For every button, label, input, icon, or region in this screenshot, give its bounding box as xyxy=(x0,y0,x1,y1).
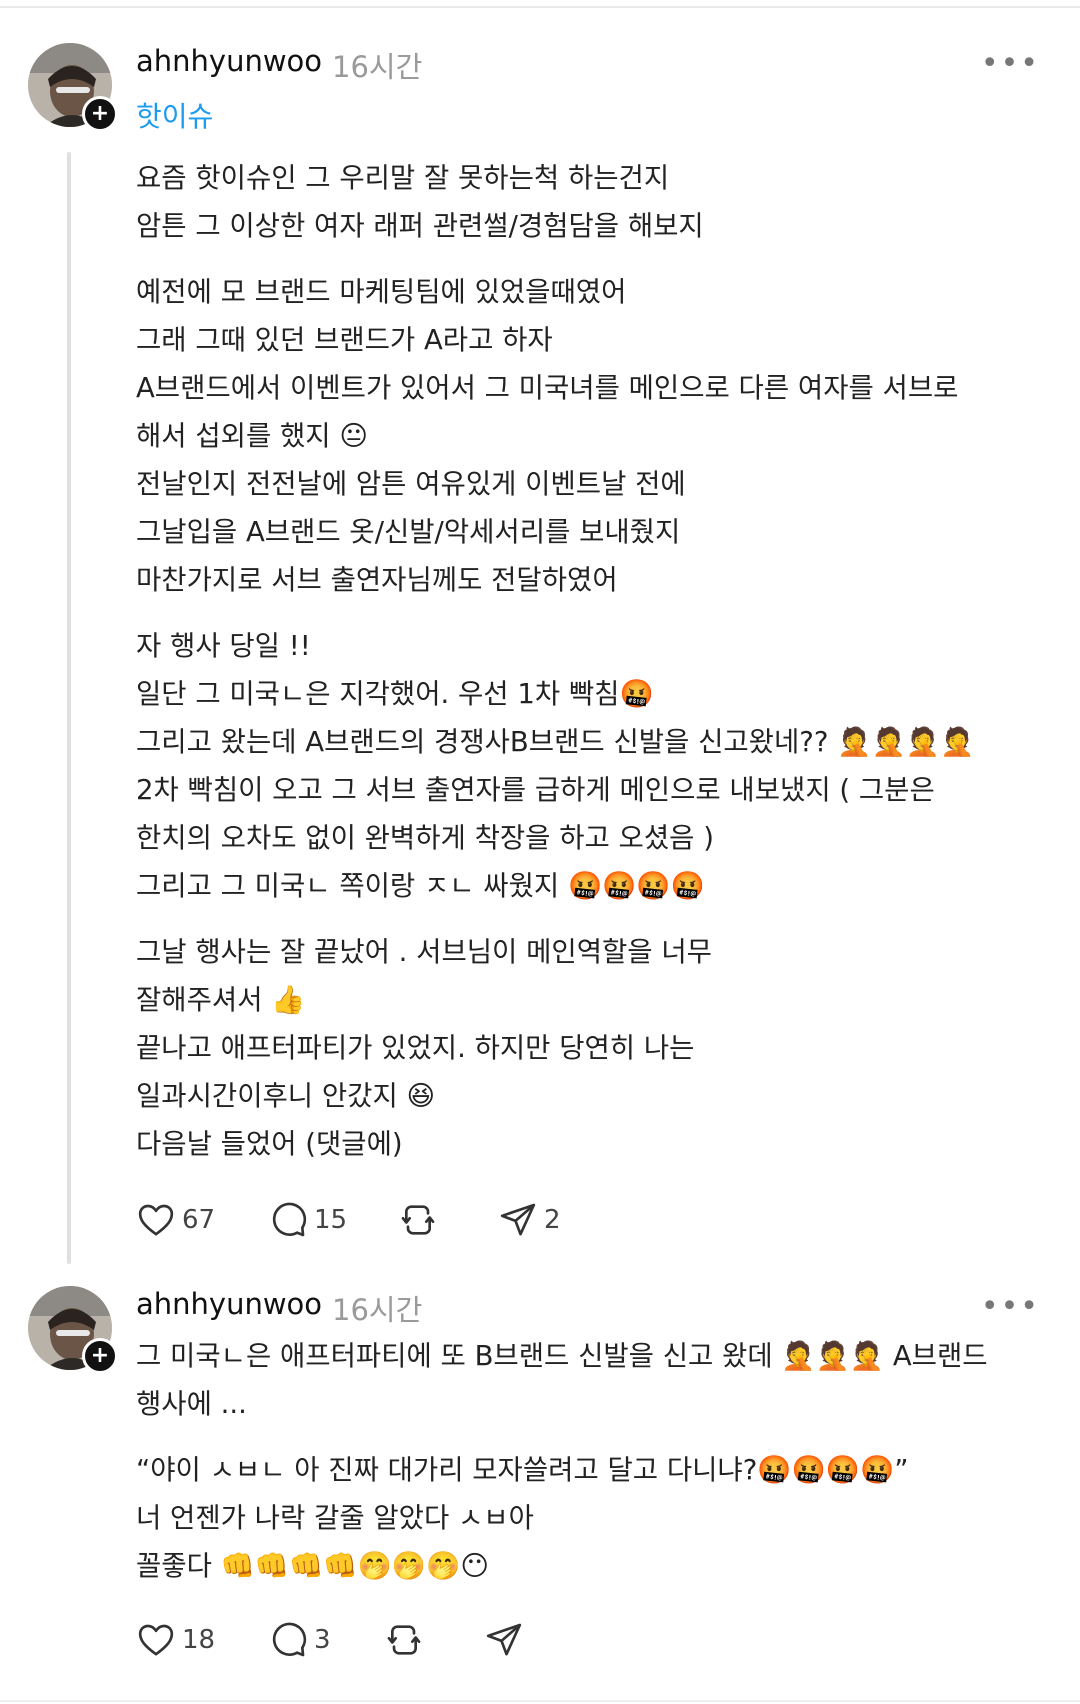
thread-line xyxy=(67,152,71,1264)
share-count: 2 xyxy=(544,1205,561,1235)
username[interactable]: ahnhyunwoo xyxy=(136,44,322,78)
speech-bubble-icon xyxy=(272,1622,307,1657)
repost-icon xyxy=(401,1205,435,1235)
post-line: 끝나고 애프터파티가 있었지. 하지만 당연히 나는 xyxy=(136,1032,695,1064)
post-line: 2차 빡침이 오고 그 서브 출연자를 급하게 메인으로 내보냈지 ( 그분은 xyxy=(136,774,935,806)
bottom-divider xyxy=(0,1700,1080,1702)
repost-icon xyxy=(387,1625,421,1655)
post-line: 그래 그때 있던 브랜드가 A라고 하자 xyxy=(136,324,553,356)
post-line: 그리고 그 미국ㄴ 쪽이랑 ㅈㄴ 싸웠지 🤬🤬🤬🤬 xyxy=(136,870,705,902)
repost-button[interactable] xyxy=(398,1198,444,1242)
heart-icon xyxy=(138,1624,174,1656)
post-line: 그날 행사는 잘 끝났어 . 서브님이 메인역할을 너무 xyxy=(136,936,712,968)
like-button[interactable]: 18 xyxy=(136,1618,215,1662)
post-line: 자 행사 당일 !! xyxy=(136,630,311,662)
post-line: 그 미국ㄴ은 애프터파티에 또 B브랜드 신발을 신고 왔데 🤦🤦🤦 A브랜드 xyxy=(136,1340,988,1372)
comment-count: 15 xyxy=(314,1205,348,1235)
post-line: 잘해주셔서 👍 xyxy=(136,984,306,1016)
post-line: 꼴좋다 👊👊👊👊🤭🤭🤭😶 xyxy=(136,1550,489,1582)
post-line: 행사에 ... xyxy=(136,1388,247,1420)
post-time: 16시간 xyxy=(332,1293,423,1327)
more-options-button[interactable]: ••• xyxy=(981,49,1040,79)
heart-icon xyxy=(138,1204,174,1236)
post-line: 전날인지 전전날에 암튼 여유있게 이벤트날 전에 xyxy=(136,468,686,500)
post-line: 그날입을 A브랜드 옷/신발/악세서리를 보내줬지 xyxy=(136,516,681,548)
like-button[interactable]: 67 xyxy=(136,1198,215,1242)
post-time: 16시간 xyxy=(332,50,423,84)
share-button[interactable]: 2 xyxy=(498,1198,561,1242)
follow-plus-button[interactable]: + xyxy=(82,1338,118,1374)
comment-button[interactable]: 15 xyxy=(268,1198,347,1242)
post-line: 일과시간이후니 안갔지 😆 xyxy=(136,1080,436,1112)
post-line: 한치의 오차도 없이 완벽하게 착장을 하고 오셨음 ) xyxy=(136,822,714,854)
more-options-button[interactable]: ••• xyxy=(981,1292,1040,1322)
speech-bubble-icon xyxy=(272,1202,307,1237)
repost-button[interactable] xyxy=(384,1618,430,1662)
post-line: 일단 그 미국ㄴ은 지각했어. 우선 1차 빡침🤬 xyxy=(136,678,654,710)
post-body: 그 미국ㄴ은 애프터파티에 또 B브랜드 신발을 신고 왔데 🤦🤦🤦 A브랜드 … xyxy=(136,1332,1056,1590)
comment-count: 3 xyxy=(314,1625,331,1655)
follow-plus-button[interactable]: + xyxy=(82,96,118,132)
post-line: 너 언젠가 나락 갈줄 알았다 ㅅㅂ아 xyxy=(136,1502,534,1534)
like-count: 67 xyxy=(182,1205,216,1235)
post-line: 해서 섭외를 했지 😐 xyxy=(136,420,368,452)
post-line: “야이 ㅅㅂㄴ 아 진짜 대가리 모자쓸려고 달고 다니냐?🤬🤬🤬🤬” xyxy=(136,1454,909,1486)
send-icon xyxy=(500,1203,536,1236)
post-line: 요즘 핫이슈인 그 우리말 잘 못하는척 하는건지 xyxy=(136,162,670,194)
post-body: 요즘 핫이슈인 그 우리말 잘 못하는척 하는건지 암튼 그 이상한 여자 래퍼… xyxy=(136,154,1056,1168)
post-line: 암튼 그 이상한 여자 래퍼 관련썰/경험담을 해보지 xyxy=(136,210,704,242)
topic-tag[interactable]: 핫이슈 xyxy=(136,95,213,135)
comment-button[interactable]: 3 xyxy=(268,1618,331,1662)
post-line: 예전에 모 브랜드 마케팅팀에 있었을때였어 xyxy=(136,276,627,308)
send-icon xyxy=(486,1623,522,1656)
username[interactable]: ahnhyunwoo xyxy=(136,1287,322,1321)
post-line: 다음날 들었어 (댓글에) xyxy=(136,1128,403,1160)
top-divider xyxy=(0,6,1080,8)
post-line: A브랜드에서 이벤트가 있어서 그 미국녀를 메인으로 다른 여자를 서브로 xyxy=(136,372,959,404)
share-button[interactable] xyxy=(484,1618,530,1662)
post-line: 그리고 왔는데 A브랜드의 경쟁사B브랜드 신발을 신고왔네?? 🤦🤦🤦🤦 xyxy=(136,726,975,758)
like-count: 18 xyxy=(182,1625,216,1655)
post-line: 마찬가지로 서브 출연자님께도 전달하였어 xyxy=(136,564,618,596)
